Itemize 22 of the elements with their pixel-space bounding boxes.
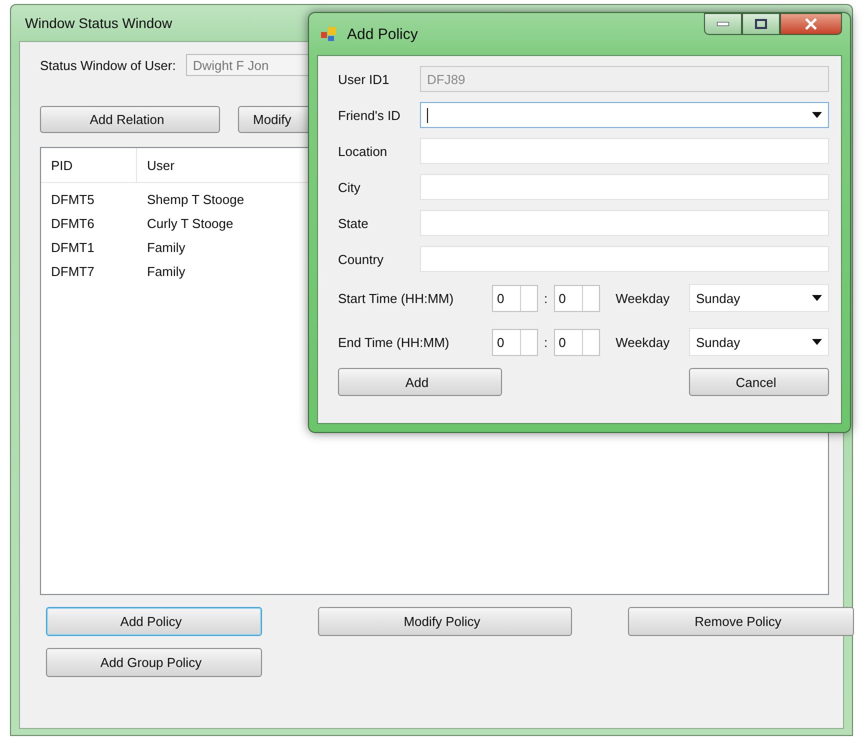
field-label: State	[338, 216, 370, 230]
field-label: Country	[338, 252, 385, 266]
time-separator: :	[544, 334, 548, 350]
pid-cell-text: DFMT5	[51, 190, 94, 208]
time-label: Start Time (HH:MM)	[338, 290, 455, 306]
window-title: Window Status Window	[24, 14, 174, 33]
user-cell-text: Family	[147, 238, 186, 257]
field-label: Location	[338, 144, 388, 158]
weekday-label: Weekday	[616, 334, 670, 350]
user-cell-text: Family	[147, 262, 186, 281]
dialog-title: Add Policy	[347, 26, 418, 42]
field-label: City	[338, 180, 362, 194]
weekday-label: Weekday	[616, 290, 670, 306]
user-label: Status Window of User:	[40, 58, 176, 72]
field-label: Friend's ID	[338, 108, 402, 122]
pid-cell-text: DFMT1	[51, 238, 94, 256]
user-cell-text: Curly T Stooge	[147, 214, 234, 233]
pid-cell-text: DFMT7	[51, 262, 94, 280]
user-cell-text: Shemp T Stooge	[147, 190, 244, 209]
pid-cell-text: DFMT6	[51, 214, 94, 232]
time-label: End Time (HH:MM)	[338, 334, 450, 350]
time-separator: :	[544, 290, 548, 306]
